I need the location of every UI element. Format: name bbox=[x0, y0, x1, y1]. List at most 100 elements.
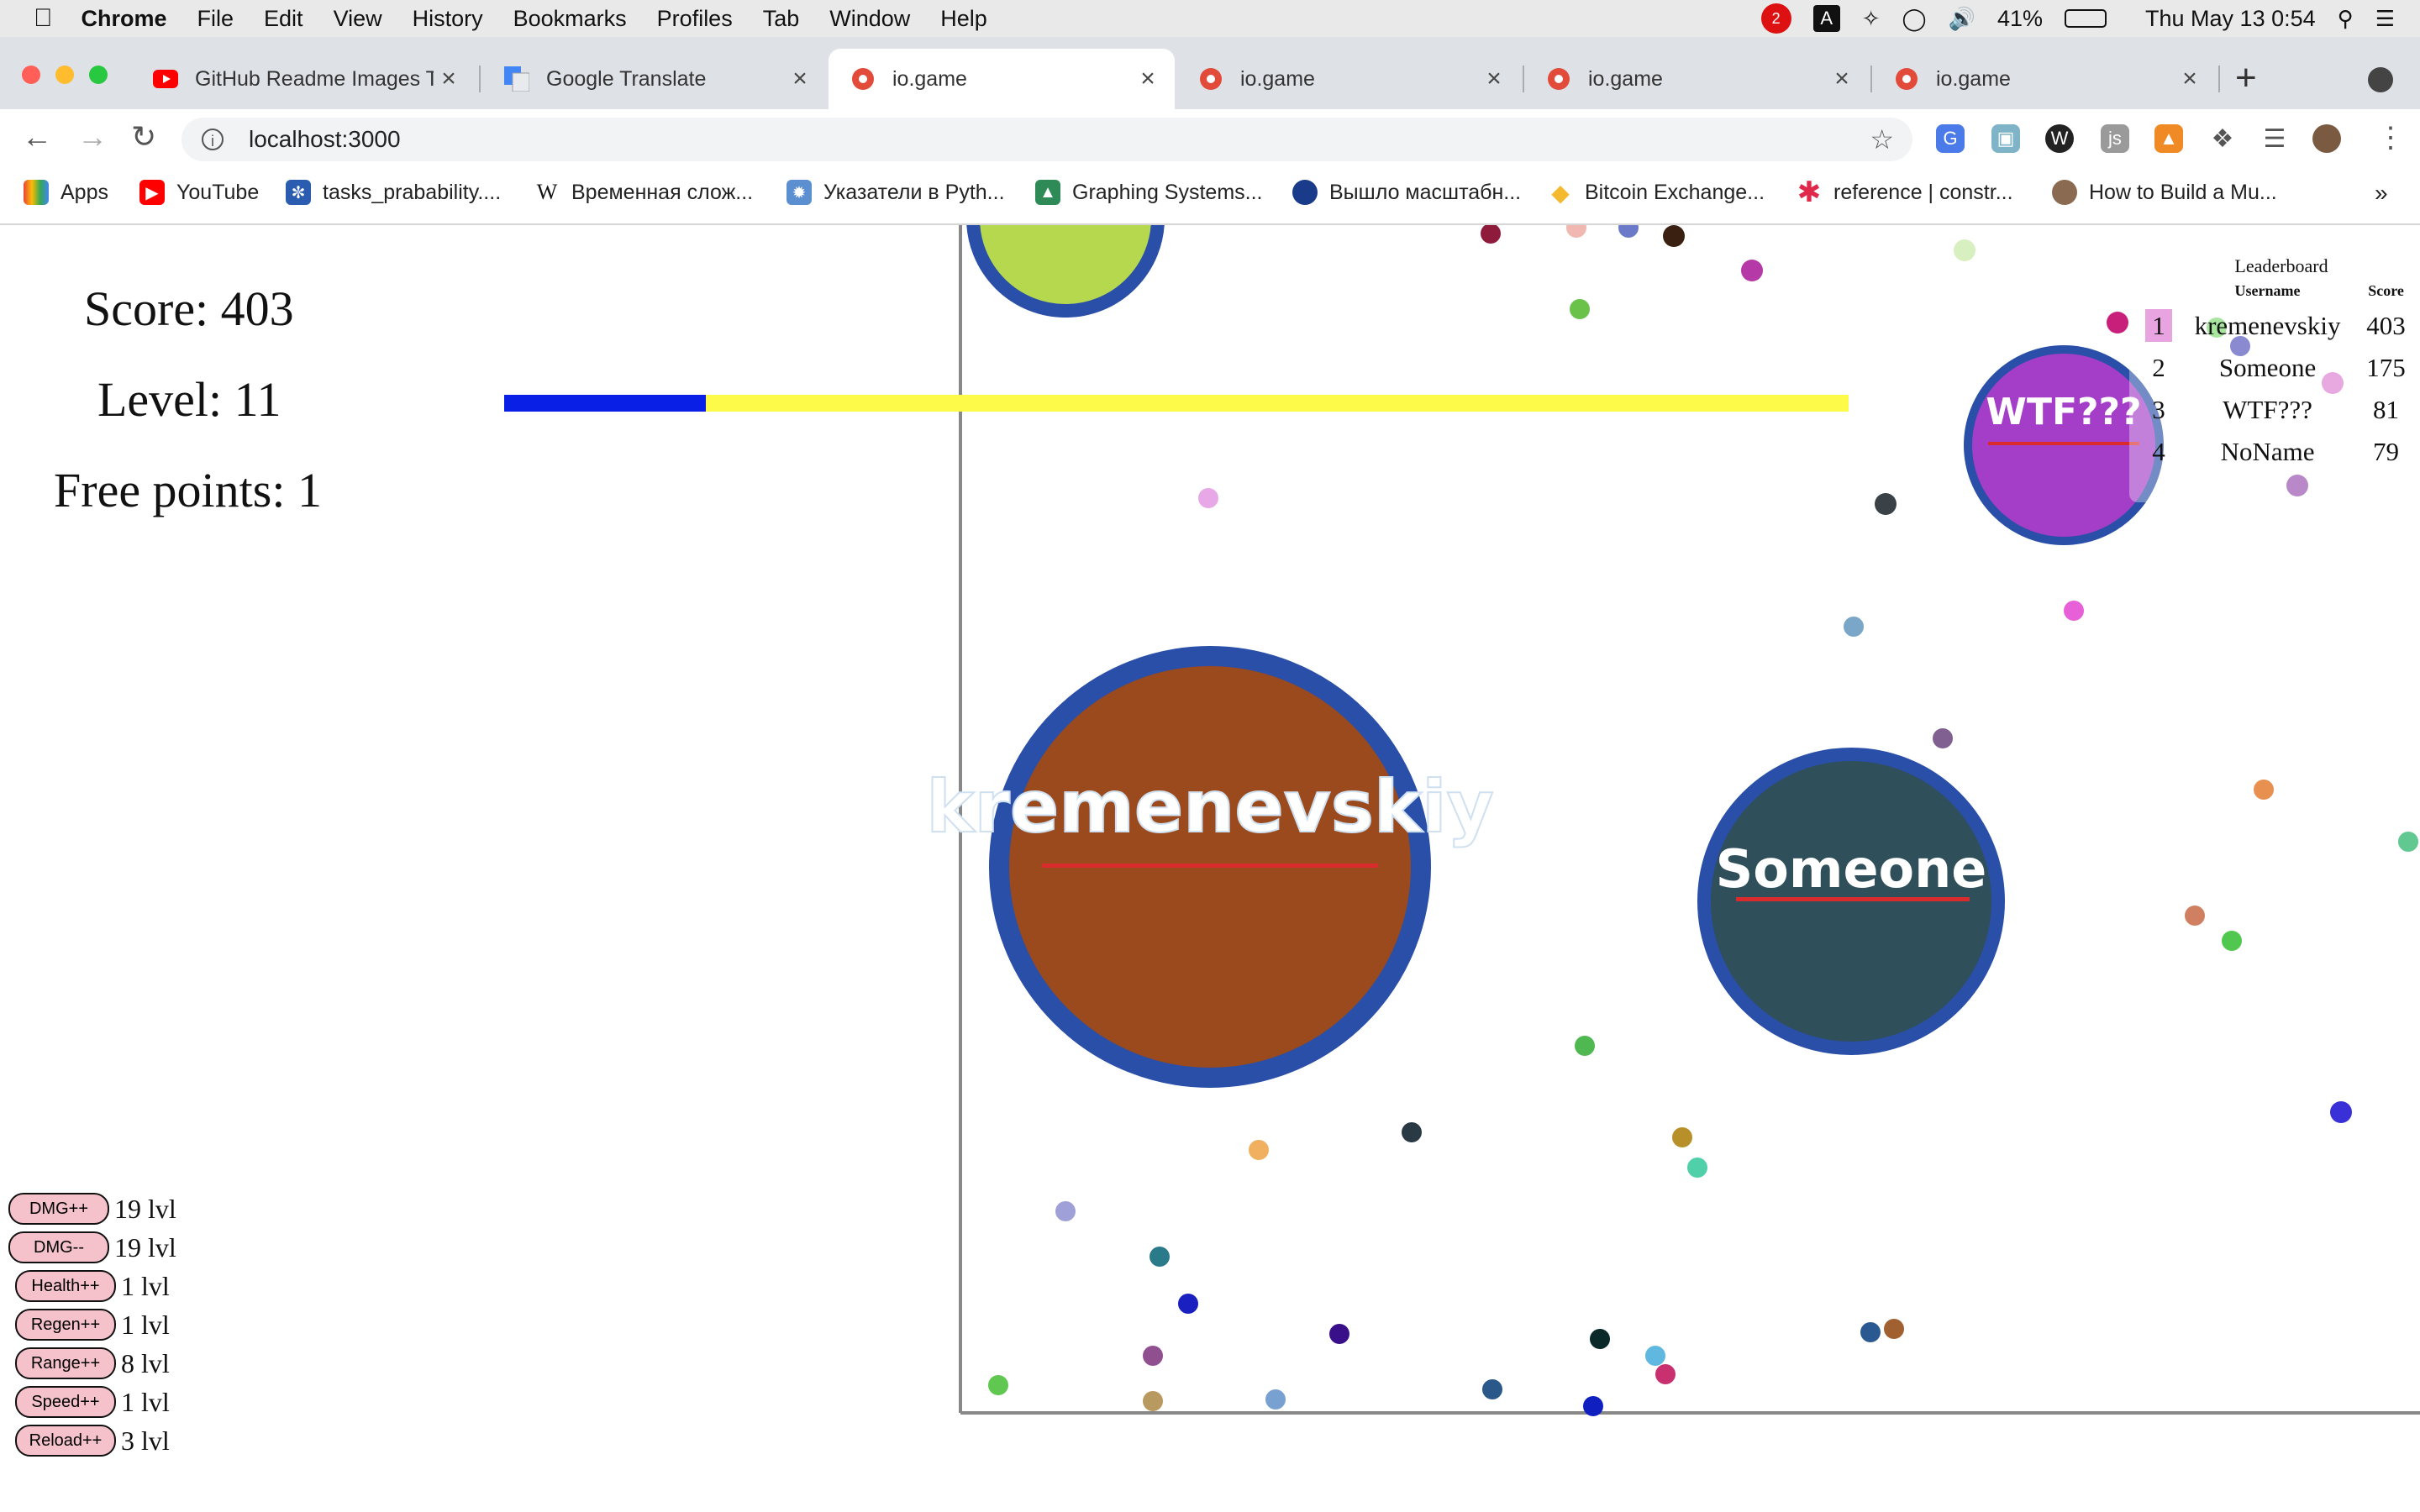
food-pellet bbox=[1055, 1201, 1076, 1221]
extensions-puzzle-icon[interactable]: ❖ bbox=[2208, 124, 2237, 153]
window-minimize-button[interactable] bbox=[55, 66, 74, 84]
upgrade-row: DMG++ 19 lvl bbox=[8, 1189, 176, 1228]
bookmark-graphing-systems[interactable]: ▲ Graphing Systems... bbox=[1035, 180, 1262, 205]
menu-window[interactable]: Window bbox=[829, 6, 910, 32]
bookmark-star-icon[interactable]: ☆ bbox=[1870, 123, 1894, 155]
upgrade-level: 1 lvl bbox=[121, 1386, 170, 1417]
apple-icon[interactable]:  bbox=[34, 4, 53, 33]
game-viewport[interactable]: kremenevskiy Someone WTF??? Score: 403 L… bbox=[0, 225, 2420, 1512]
spotlight-search-icon[interactable]: ⚲ bbox=[2338, 6, 2354, 32]
reader-extension-icon[interactable]: ▣ bbox=[1991, 124, 2020, 153]
food-pellet bbox=[1402, 1122, 1422, 1142]
food-pellet bbox=[1590, 1329, 1610, 1349]
bookmark-scale-release[interactable]: Вышло масштабн... bbox=[1292, 180, 1521, 205]
binance-icon: ◆ bbox=[1548, 180, 1573, 206]
close-tab-icon[interactable]: × bbox=[1827, 65, 1857, 93]
menu-tab[interactable]: Tab bbox=[763, 6, 800, 32]
food-pellet bbox=[2330, 1101, 2352, 1123]
address-bar[interactable]: i localhost:3000 ☆ bbox=[182, 118, 1912, 161]
wordpress-extension-icon[interactable]: W bbox=[2045, 124, 2074, 153]
volume-icon[interactable]: 🔊 bbox=[1949, 6, 1975, 32]
upgrade-dmg-plus-button[interactable]: DMG++ bbox=[8, 1193, 109, 1225]
food-pellet bbox=[1198, 488, 1218, 508]
upgrade-regen-button[interactable]: Regen++ bbox=[15, 1309, 116, 1341]
tab-github[interactable]: GitHub Readme Images T × bbox=[131, 49, 476, 109]
forward-button[interactable]: → bbox=[77, 119, 108, 155]
menu-bookmarks[interactable]: Bookmarks bbox=[513, 6, 627, 32]
new-tab-button[interactable]: + bbox=[2235, 57, 2257, 99]
tab-search-icon[interactable] bbox=[2368, 67, 2393, 92]
apps-grid-icon bbox=[24, 180, 49, 205]
leaderboard-row: 2 Someone 175 bbox=[2143, 347, 2412, 389]
upgrade-row: Regen++ 1 lvl bbox=[8, 1305, 176, 1344]
airplay-icon[interactable]: ◯ bbox=[1902, 6, 1926, 32]
close-tab-icon[interactable]: × bbox=[2175, 65, 2205, 93]
tab-io-game[interactable]: io.game × bbox=[1524, 49, 1869, 109]
food-pellet bbox=[1687, 1158, 1707, 1178]
upgrade-level: 8 lvl bbox=[121, 1347, 170, 1378]
site-info-icon[interactable]: i bbox=[202, 129, 224, 150]
translate-extension-icon[interactable]: G bbox=[1936, 124, 1965, 153]
game-canvas[interactable]: kremenevskiy Someone WTF??? bbox=[0, 225, 2420, 1512]
menu-edit[interactable]: Edit bbox=[264, 6, 303, 32]
bookmark-python-pointers[interactable]: ✹ Указатели в Pyth... bbox=[786, 180, 1005, 205]
back-button[interactable]: ← bbox=[22, 119, 52, 155]
bookmark-label: Graphing Systems... bbox=[1072, 180, 1263, 204]
menu-clock[interactable]: Thu May 13 0:54 bbox=[2145, 6, 2316, 32]
battery-percent: 41% bbox=[1996, 5, 2044, 31]
menu-file[interactable]: File bbox=[197, 6, 234, 32]
close-tab-icon[interactable]: × bbox=[1133, 65, 1163, 93]
close-tab-icon[interactable]: × bbox=[434, 65, 464, 93]
upgrade-reload-button[interactable]: Reload++ bbox=[15, 1425, 116, 1457]
window-zoom-button[interactable] bbox=[89, 66, 108, 84]
food-pellet bbox=[1884, 1319, 1904, 1339]
bookmark-time-complexity[interactable]: W Временная слож... bbox=[534, 180, 753, 205]
upgrade-level: 1 lvl bbox=[121, 1270, 170, 1301]
close-tab-icon[interactable]: × bbox=[1479, 65, 1509, 93]
bookmark-youtube[interactable]: ▶ YouTube bbox=[139, 180, 259, 205]
bookmark-reference[interactable]: ✱ reference | constr... bbox=[1797, 176, 2013, 208]
bookmark-tasks-probability[interactable]: ✼ tasks_prabability.... bbox=[286, 180, 501, 205]
food-pellet bbox=[1875, 493, 1897, 515]
tab-io-game[interactable]: io.game × bbox=[1872, 49, 2217, 109]
tab-title: io.game bbox=[1240, 66, 1315, 91]
upgrade-range-button[interactable]: Range++ bbox=[15, 1347, 116, 1379]
bookmark-bitcoin-exchange[interactable]: ◆ Bitcoin Exchange... bbox=[1548, 180, 1765, 206]
upgrade-dmg-minus-button[interactable]: DMG-- bbox=[8, 1231, 109, 1263]
window-close-button[interactable] bbox=[22, 66, 40, 84]
bookmark-how-to-build[interactable]: How to Build a Mu... bbox=[2052, 180, 2277, 205]
tab-title: io.game bbox=[1936, 66, 2011, 91]
tab-io-game-active[interactable]: io.game × bbox=[829, 49, 1175, 109]
input-source-icon[interactable]: A bbox=[1812, 5, 1840, 32]
browser-menu-icon[interactable]: ⋮ bbox=[2376, 121, 2405, 155]
url-text[interactable]: localhost:3000 bbox=[249, 126, 401, 153]
menu-app-name[interactable]: Chrome bbox=[82, 6, 167, 32]
bookmark-apps[interactable]: Apps bbox=[24, 180, 108, 205]
menu-profiles[interactable]: Profiles bbox=[657, 6, 733, 32]
bookmarks-overflow-button[interactable]: » bbox=[2375, 180, 2388, 207]
metamask-extension-icon[interactable]: ▲ bbox=[2154, 124, 2183, 153]
control-center-icon[interactable]: ☰ bbox=[2375, 6, 2395, 32]
bluetooth-icon[interactable]: ✧ bbox=[1862, 6, 1881, 32]
upgrade-row: Reload++ 3 lvl bbox=[8, 1421, 176, 1460]
food-pellet bbox=[1150, 1247, 1170, 1267]
close-tab-icon[interactable]: × bbox=[785, 65, 815, 93]
upgrade-speed-button[interactable]: Speed++ bbox=[15, 1386, 116, 1418]
battery-icon[interactable] bbox=[2065, 9, 2107, 28]
upgrade-health-button[interactable]: Health++ bbox=[15, 1270, 116, 1302]
level-label: Level: 11 bbox=[97, 372, 281, 427]
bookmarks-bar: Apps ▶ YouTube ✼ tasks_prabability.... W… bbox=[0, 168, 2420, 225]
notification-badge: 2 bbox=[1771, 9, 1781, 27]
tab-io-game[interactable]: io.game × bbox=[1176, 49, 1521, 109]
menu-help[interactable]: Help bbox=[940, 6, 987, 32]
profile-avatar[interactable] bbox=[2312, 124, 2341, 153]
tab-google-translate[interactable]: Google Translate × bbox=[482, 49, 827, 109]
asterisk-icon: ✱ bbox=[1797, 176, 1822, 208]
reload-button[interactable]: ↻ bbox=[131, 119, 156, 155]
menu-history[interactable]: History bbox=[413, 6, 483, 32]
notification-icon[interactable]: 2 bbox=[1760, 3, 1791, 34]
media-controls-icon[interactable]: ☰ bbox=[2260, 124, 2289, 153]
js-extension-icon[interactable]: js bbox=[2101, 124, 2129, 153]
menu-view[interactable]: View bbox=[334, 6, 382, 32]
bookmark-label: Apps bbox=[60, 180, 108, 204]
